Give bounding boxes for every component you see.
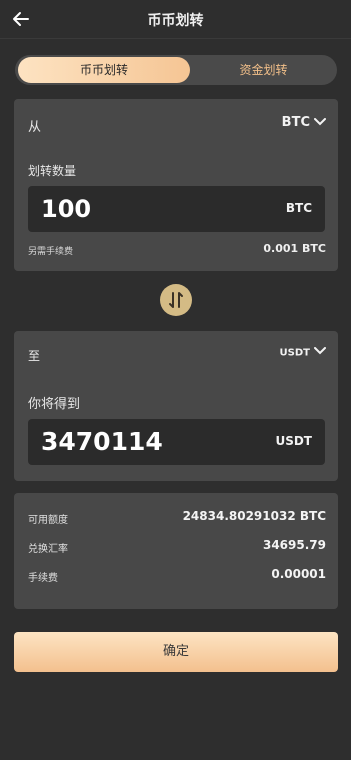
- from-label: 从: [28, 120, 42, 135]
- amount-label: 划转数量: [28, 164, 77, 178]
- confirm-button[interactable]: 确定: [14, 632, 338, 672]
- rate-label: 兑换汇率: [28, 544, 68, 555]
- tab-fund-transfer[interactable]: 资金划转: [193, 57, 334, 83]
- tab-spot-transfer[interactable]: 币币划转: [18, 57, 190, 83]
- to-currency-value: USDT: [279, 347, 310, 359]
- from-card: 从 BTC 划转数量 100 BTC 另需手续费 0.001 BTC: [14, 99, 338, 271]
- info-card: 可用额度 24834.80291032 BTC 兑换汇率 34695.79 手续…: [14, 493, 338, 609]
- amount-unit: BTC: [285, 201, 312, 215]
- fee-value: 0.00001: [271, 567, 326, 581]
- chevron-down-icon: [314, 115, 326, 130]
- page-title: 币币划转: [147, 13, 204, 29]
- available-label: 可用额度: [28, 515, 68, 526]
- rate-value: 34695.79: [262, 538, 326, 552]
- receive-amount-box: 3470114 USDT: [28, 419, 325, 465]
- from-currency-select[interactable]: BTC: [282, 115, 326, 130]
- receive-amount-value: 3470114: [41, 427, 163, 456]
- fee-label: 手续费: [28, 573, 58, 584]
- to-card: 至 USDT 你将得到 3470114 USDT: [14, 331, 338, 481]
- extra-fee-label: 另需手续费: [28, 247, 74, 257]
- swap-button[interactable]: [160, 284, 192, 316]
- swap-vertical-icon: [169, 292, 183, 308]
- chevron-down-icon: [314, 347, 326, 358]
- to-currency-select[interactable]: USDT: [280, 347, 326, 359]
- header-bar: 币币划转: [0, 0, 351, 39]
- amount-value: 100: [41, 195, 92, 223]
- from-currency-value: BTC: [281, 115, 310, 130]
- receive-amount-unit: USDT: [275, 434, 312, 448]
- extra-fee-value: 0.001 BTC: [263, 242, 326, 255]
- to-label: 至: [28, 349, 41, 363]
- available-value: 24834.80291032 BTC: [182, 509, 326, 523]
- amount-input[interactable]: 100 BTC: [28, 186, 325, 232]
- receive-label: 你将得到: [28, 397, 81, 412]
- transfer-type-tabs: 币币划转 资金划转: [15, 55, 337, 85]
